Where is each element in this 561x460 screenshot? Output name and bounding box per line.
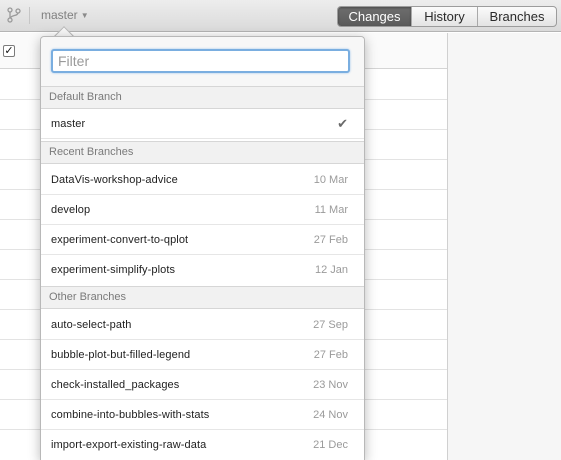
tab-branches[interactable]: Branches bbox=[478, 7, 556, 26]
view-switcher: Changes History Branches bbox=[337, 6, 557, 27]
tab-changes[interactable]: Changes bbox=[338, 7, 412, 26]
branch-name: experiment-simplify-plots bbox=[51, 264, 176, 276]
branch-row[interactable]: auto-select-path 27 Sep bbox=[41, 310, 364, 340]
branch-row[interactable]: experiment-convert-to-qplot 27 Feb bbox=[41, 225, 364, 255]
toolbar-divider bbox=[29, 7, 30, 24]
branch-row[interactable]: import-export-existing-raw-data 21 Dec bbox=[41, 430, 364, 460]
section-default-branch: Default Branch bbox=[41, 86, 364, 109]
branch-name: import-export-existing-raw-data bbox=[51, 439, 207, 451]
branch-row[interactable]: bubble-plot-but-filled-legend 27 Feb bbox=[41, 340, 364, 370]
branch-row[interactable]: develop 11 Mar bbox=[41, 195, 364, 225]
branch-popover: Default Branch master ✔ Recent Branches … bbox=[40, 36, 365, 460]
branch-date: 24 Nov bbox=[313, 408, 348, 421]
branch-name: develop bbox=[51, 203, 91, 216]
branch-row[interactable]: check-installed_packages 23 Nov bbox=[41, 370, 364, 400]
branch-row[interactable]: combine-into-bubbles-with-stats 24 Nov bbox=[41, 400, 364, 430]
branch-date: 27 Feb bbox=[313, 348, 348, 361]
git-branch-icon[interactable] bbox=[5, 6, 23, 24]
section-recent-branches: Recent Branches bbox=[41, 141, 364, 164]
branch-name: combine-into-bubbles-with-stats bbox=[51, 408, 210, 421]
current-branch-label: master bbox=[41, 8, 78, 22]
branch-selector[interactable]: master ▼ bbox=[41, 8, 89, 22]
branch-filter-input[interactable] bbox=[51, 49, 350, 73]
branch-name: bubble-plot-but-filled-legend bbox=[51, 348, 191, 361]
chevron-down-icon: ▼ bbox=[80, 11, 89, 20]
branch-row[interactable]: experiment-simplify-plots 12 Jan bbox=[41, 255, 364, 285]
branch-name: check-installed_packages bbox=[51, 378, 180, 391]
section-other-branches: Other Branches bbox=[41, 286, 364, 309]
branch-date: 11 Mar bbox=[314, 203, 348, 216]
branch-name: DataVis-workshop-advice bbox=[51, 173, 178, 186]
branch-row-default[interactable]: master ✔ bbox=[41, 109, 364, 139]
branch-date: 27 Sep bbox=[313, 318, 348, 331]
detail-pane bbox=[447, 33, 561, 460]
filter-area bbox=[41, 37, 364, 87]
branch-name: master bbox=[51, 117, 86, 130]
tab-history[interactable]: History bbox=[412, 7, 478, 26]
branch-name: auto-select-path bbox=[51, 318, 132, 331]
select-all-checkbox[interactable]: ✓ bbox=[3, 45, 15, 57]
branch-date: 23 Nov bbox=[313, 378, 348, 391]
checkmark-icon: ✔ bbox=[337, 115, 348, 131]
branch-date: 21 Dec bbox=[313, 439, 348, 451]
branch-name: experiment-convert-to-qplot bbox=[51, 233, 189, 246]
branch-date: 27 Feb bbox=[313, 233, 348, 246]
branch-date: 12 Jan bbox=[314, 264, 348, 276]
branch-row[interactable]: DataVis-workshop-advice 10 Mar bbox=[41, 165, 364, 195]
toolbar: master ▼ Changes History Branches bbox=[0, 0, 561, 32]
branch-date: 10 Mar bbox=[313, 173, 348, 186]
